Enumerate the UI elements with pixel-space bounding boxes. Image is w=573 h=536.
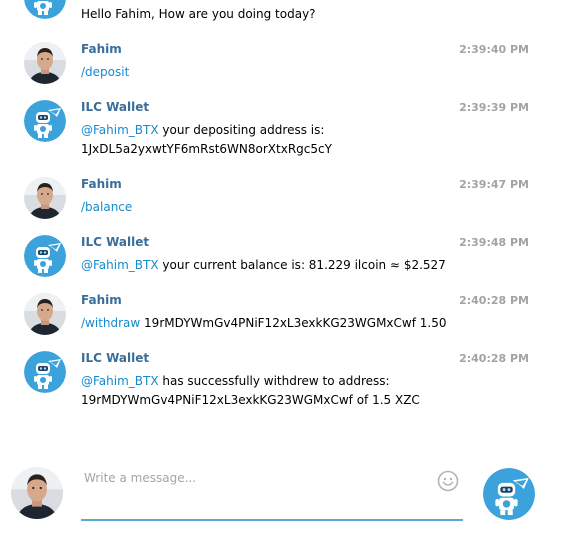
message-input-area[interactable] <box>81 461 463 521</box>
bot-command-link[interactable]: /balance <box>81 200 132 214</box>
message-time: 2:40:28 PM <box>459 294 529 307</box>
message-row: ILC Wallet 2:39:48 PM @Fahim_BTX your cu… <box>0 235 573 285</box>
message-time: 2:40:28 PM <box>459 352 529 365</box>
message-time: 2:39:39 PM <box>459 101 529 114</box>
message-text: /withdraw 19rMDYWmGv4PNiF12xL3exkKG23WGM… <box>81 316 447 330</box>
my-avatar-icon[interactable] <box>11 467 63 519</box>
message-input[interactable] <box>84 471 424 485</box>
message-row: Fahim 2:39:47 PM /balance <box>0 177 573 227</box>
message-sender[interactable]: ILC Wallet <box>81 351 149 366</box>
message-row: Hello Fahim, How are you doing today? <box>0 0 573 21</box>
bot-profile-icon[interactable] <box>483 468 535 520</box>
message-time: 2:39:48 PM <box>459 236 529 249</box>
message-sender[interactable]: ILC Wallet <box>81 100 149 115</box>
message-text: Hello Fahim, How are you doing today? <box>81 7 316 21</box>
fahim-avatar-icon[interactable] <box>24 293 66 335</box>
bot-command-link[interactable]: /withdraw <box>81 316 140 330</box>
message-sender[interactable]: Fahim <box>81 42 122 57</box>
fahim-avatar-icon[interactable] <box>24 42 66 84</box>
message-text: /balance <box>81 198 501 217</box>
ilc-wallet-avatar-icon[interactable] <box>24 100 66 142</box>
message-sender[interactable]: Fahim <box>81 177 122 192</box>
fahim-avatar-icon[interactable] <box>24 177 66 219</box>
ilc-wallet-avatar-icon[interactable] <box>24 351 66 393</box>
emoji-icon[interactable] <box>437 470 459 492</box>
message-time: 2:39:47 PM <box>459 178 529 191</box>
message-row: Fahim 2:39:40 PM /deposit <box>0 42 573 92</box>
message-text: /deposit <box>81 63 501 82</box>
message-row: ILC Wallet 2:39:39 PM @Fahim_BTX your de… <box>0 100 573 160</box>
message-row: Fahim 2:40:28 PM /withdraw 19rMDYWmGv4PN… <box>0 293 573 343</box>
message-sender[interactable]: Fahim <box>81 293 122 308</box>
chat-history: Hello Fahim, How are you doing today? Fa… <box>0 0 573 536</box>
message-text: @Fahim_BTX your depositing address is: 1… <box>81 123 332 156</box>
message-text: @Fahim_BTX your current balance is: 81.2… <box>81 258 446 272</box>
user-mention-link[interactable]: @Fahim_BTX <box>81 374 159 388</box>
ilc-wallet-avatar-icon[interactable] <box>24 0 66 19</box>
bot-command-link[interactable]: /deposit <box>81 65 129 79</box>
message-text: @Fahim_BTX has successfully withdrew to … <box>81 374 420 407</box>
message-time: 2:39:40 PM <box>459 43 529 56</box>
user-mention-link[interactable]: @Fahim_BTX <box>81 123 159 137</box>
message-sender[interactable]: ILC Wallet <box>81 235 149 250</box>
message-row: ILC Wallet 2:40:28 PM @Fahim_BTX has suc… <box>0 351 573 411</box>
user-mention-link[interactable]: @Fahim_BTX <box>81 258 159 272</box>
ilc-wallet-avatar-icon[interactable] <box>24 235 66 277</box>
